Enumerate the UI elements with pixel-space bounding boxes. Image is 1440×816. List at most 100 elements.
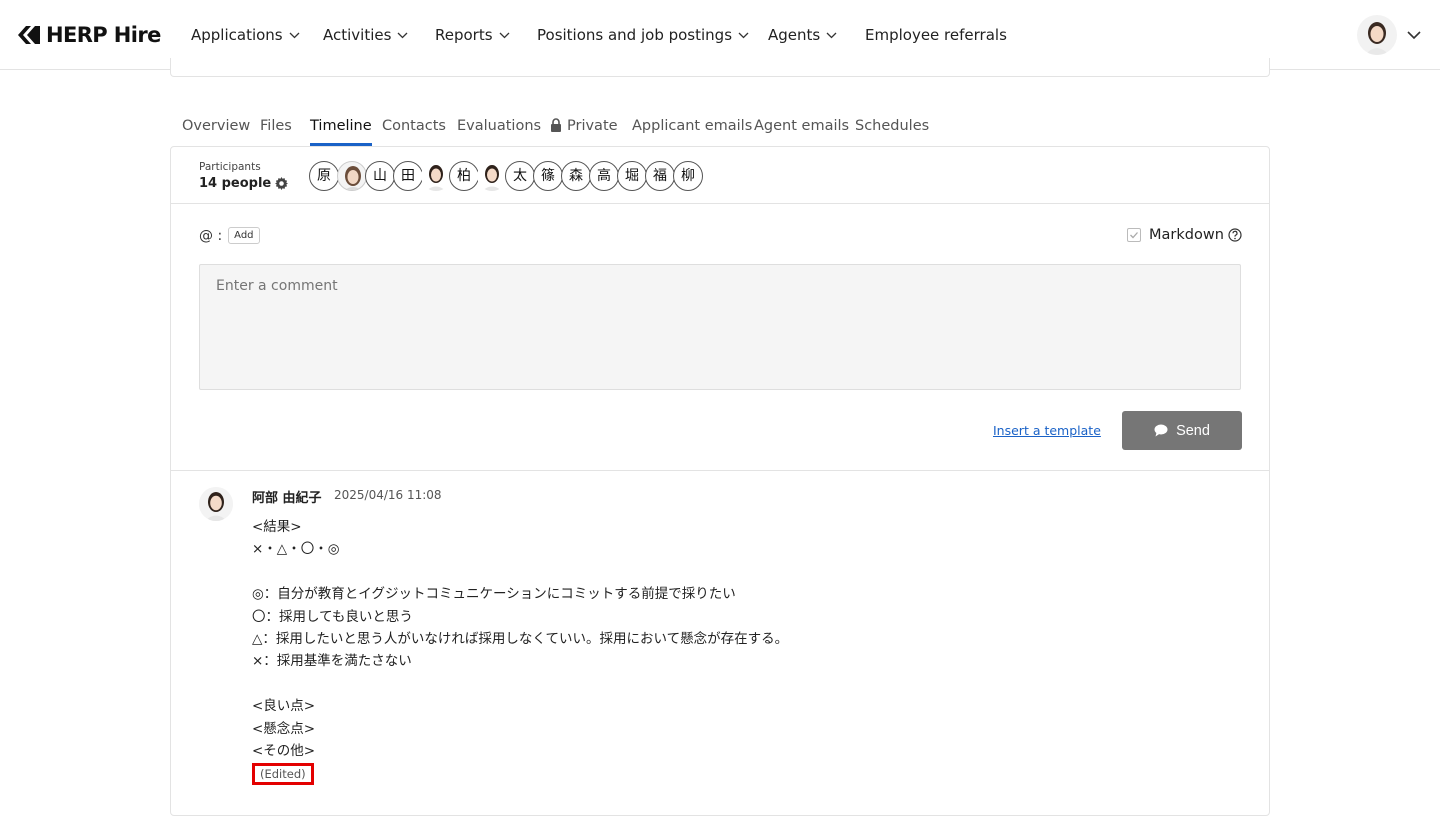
chevron-down-icon bbox=[397, 32, 408, 38]
post-line: <結果> bbox=[252, 519, 302, 535]
herp-hire-logo[interactable]: HERP Hire bbox=[16, 22, 161, 48]
avatar-initial: 原 bbox=[317, 168, 331, 184]
participants-count[interactable]: 14 people bbox=[199, 176, 289, 191]
tab-label: Schedules bbox=[855, 118, 930, 134]
nav-label: Agents bbox=[768, 26, 821, 44]
post-line: ×：採用基準を満たさない bbox=[252, 653, 412, 670]
participant-avatar[interactable]: 柳 bbox=[673, 161, 703, 191]
mention-label: @ : bbox=[199, 227, 223, 244]
check-icon bbox=[1130, 232, 1138, 239]
edited-label: (Edited) bbox=[252, 763, 314, 785]
avatar-initial: 福 bbox=[653, 168, 667, 184]
nav-label: Activities bbox=[323, 26, 392, 44]
participant-avatar[interactable]: 原 bbox=[309, 161, 339, 191]
participant-avatar-photo[interactable] bbox=[477, 161, 507, 191]
brand-name: HERP Hire bbox=[46, 23, 161, 47]
tab-label: Contacts bbox=[382, 118, 446, 134]
tab-evaluations[interactable]: Evaluations bbox=[457, 108, 541, 146]
tab-label: Evaluations bbox=[457, 118, 542, 134]
participants-count-text: 14 people bbox=[199, 176, 272, 191]
post-body: <結果> ×・△・〇・◎ ◎：自分が教育とイグジットコミュニケーションにコミット… bbox=[252, 516, 788, 762]
chevron-down-icon bbox=[499, 32, 510, 38]
tab-overview[interactable]: Overview bbox=[182, 108, 250, 146]
participants-label: Participants bbox=[199, 161, 261, 173]
herp-logo-icon bbox=[18, 26, 40, 44]
summary-card-bottom bbox=[170, 58, 1270, 77]
post-line: <良い点> bbox=[252, 698, 316, 715]
post-author-name: 阿部 由紀子 bbox=[252, 491, 322, 506]
user-menu-chevron-icon[interactable] bbox=[1407, 31, 1421, 40]
mention-row: @ : Add bbox=[199, 227, 260, 244]
portrait-icon bbox=[344, 166, 362, 190]
participant-avatar[interactable]: 山 bbox=[365, 161, 395, 191]
avatar-initial: 森 bbox=[569, 168, 583, 184]
nav-label: Positions and job postings bbox=[537, 26, 733, 44]
nav-label: Employee referrals bbox=[865, 26, 1007, 44]
post-author-avatar[interactable] bbox=[199, 487, 233, 521]
avatar-initial: 山 bbox=[373, 168, 387, 184]
post-line: ×・△・〇・◎ bbox=[252, 541, 340, 558]
timeline-card: Participants 14 people 原 山 田 柏 太 篠 森 高 堀… bbox=[170, 146, 1270, 816]
tab-applicant-emails[interactable]: Applicant emails bbox=[632, 108, 752, 146]
participant-avatar[interactable]: 高 bbox=[589, 161, 619, 191]
user-avatar[interactable] bbox=[1357, 15, 1397, 55]
gear-icon[interactable] bbox=[275, 177, 289, 190]
composer-divider bbox=[171, 470, 1269, 471]
chevron-down-icon bbox=[738, 32, 749, 38]
markdown-checkbox[interactable] bbox=[1127, 228, 1141, 242]
post-line: △：採用したいと思う人がいなければ採用しなくていい。採用において懸念が存在する。 bbox=[252, 631, 789, 648]
avatar-initial: 堀 bbox=[625, 168, 639, 184]
participant-avatar[interactable]: 田 bbox=[393, 161, 423, 191]
avatar-initial: 高 bbox=[597, 168, 611, 184]
tab-agent-emails[interactable]: Agent emails bbox=[754, 108, 849, 146]
lock-icon bbox=[551, 118, 561, 132]
post-line: <懸念点> bbox=[252, 720, 316, 737]
tab-label: Applicant emails bbox=[632, 118, 753, 134]
participant-avatar[interactable]: 太 bbox=[505, 161, 535, 191]
avatar-initial: 柳 bbox=[681, 168, 695, 184]
post-timestamp: 2025/04/16 11:08 bbox=[334, 488, 442, 502]
user-portrait-icon bbox=[1357, 15, 1397, 55]
tab-files[interactable]: Files bbox=[260, 108, 292, 146]
speech-bubble-icon bbox=[1154, 424, 1168, 437]
avatar-initial: 柏 bbox=[457, 168, 471, 184]
add-mention-button[interactable]: Add bbox=[228, 227, 260, 244]
tab-private[interactable]: Private bbox=[550, 108, 618, 146]
participant-avatar[interactable]: 福 bbox=[645, 161, 675, 191]
nav-label: Applications bbox=[191, 26, 283, 44]
tab-contacts[interactable]: Contacts bbox=[382, 108, 446, 146]
portrait-icon bbox=[426, 165, 446, 191]
participant-avatar[interactable]: 篠 bbox=[533, 161, 563, 191]
send-label: Send bbox=[1176, 422, 1210, 439]
help-icon[interactable] bbox=[1228, 228, 1242, 242]
participant-avatar-photo[interactable] bbox=[421, 161, 451, 191]
chevron-down-icon bbox=[826, 32, 837, 38]
participant-avatar[interactable]: 柏 bbox=[449, 161, 479, 191]
tab-label: Overview bbox=[182, 118, 251, 134]
post-line: <その他> bbox=[252, 743, 316, 760]
participants-row: Participants 14 people 原 山 田 柏 太 篠 森 高 堀… bbox=[171, 147, 1269, 204]
participant-avatar-photo[interactable] bbox=[337, 161, 367, 191]
tab-label: Private bbox=[567, 118, 618, 134]
markdown-toggle[interactable]: Markdown bbox=[1127, 227, 1242, 243]
tab-schedules[interactable]: Schedules bbox=[855, 108, 929, 146]
portrait-icon bbox=[482, 165, 502, 191]
send-button[interactable]: Send bbox=[1122, 411, 1242, 450]
tab-timeline[interactable]: Timeline bbox=[310, 108, 372, 146]
chevron-down-icon bbox=[289, 32, 300, 38]
avatar-initial: 篠 bbox=[541, 168, 555, 184]
participant-avatar[interactable]: 森 bbox=[561, 161, 591, 191]
portrait-icon bbox=[199, 487, 233, 521]
tab-label: Timeline bbox=[310, 118, 372, 134]
post-line: ◎：自分が教育とイグジットコミュニケーションにコミットする前提で採りたい bbox=[252, 586, 736, 603]
tab-label: Agent emails bbox=[754, 118, 850, 134]
insert-template-link[interactable]: Insert a template bbox=[993, 423, 1101, 438]
participant-avatar[interactable]: 堀 bbox=[617, 161, 647, 191]
post-line: 〇：採用しても良いと思う bbox=[252, 608, 413, 625]
avatar-initial: 田 bbox=[401, 168, 415, 184]
tab-label: Files bbox=[260, 118, 292, 134]
markdown-label: Markdown bbox=[1149, 227, 1224, 243]
comment-input[interactable] bbox=[199, 264, 1241, 390]
